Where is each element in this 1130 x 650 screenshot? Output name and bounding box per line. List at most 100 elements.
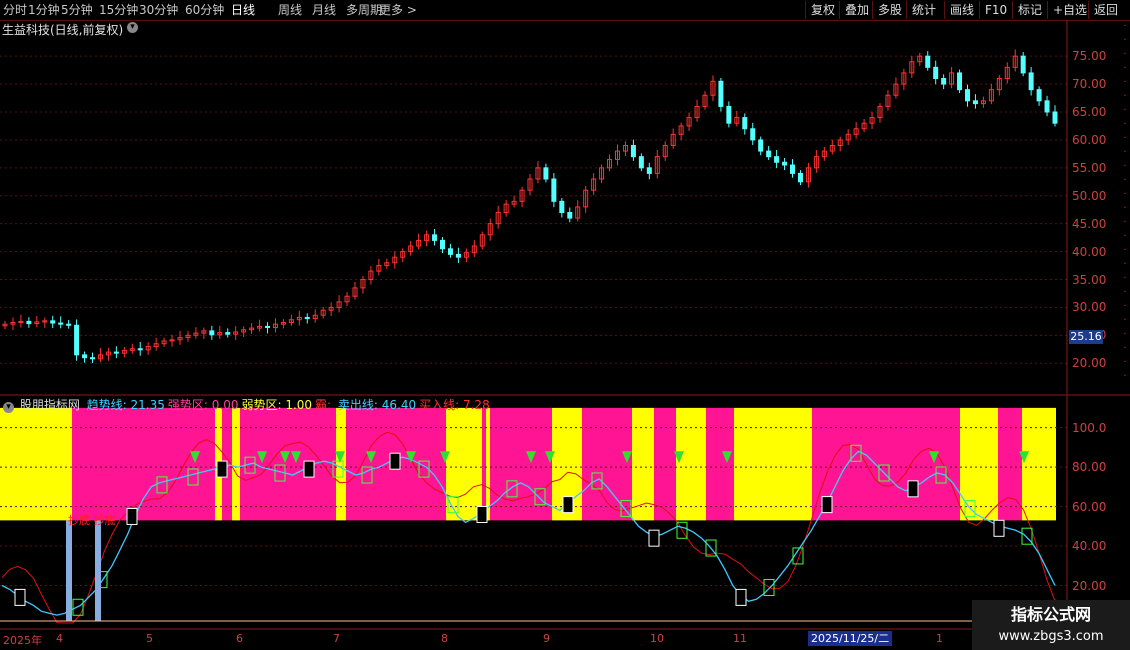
candle-body	[567, 212, 573, 219]
side-strip-mark: ·	[1123, 203, 1127, 214]
side-strip-mark: ·	[1123, 105, 1127, 116]
candle-body	[74, 324, 80, 356]
tab-5[interactable]: 60分钟	[185, 2, 224, 18]
toolbar-button-6[interactable]: 标记	[1012, 1, 1047, 19]
indicator-zone	[812, 407, 960, 521]
side-strip-mark: ·	[1123, 245, 1127, 256]
indicator-param-5: 买入线: 7.28	[419, 398, 490, 412]
signal-box	[735, 588, 747, 606]
candle-body	[925, 55, 931, 68]
date-label: 10	[650, 632, 664, 645]
date-label: 1	[936, 632, 943, 645]
toolbar-button-0[interactable]: 复权	[805, 1, 840, 19]
side-strip-mark: ·	[1123, 217, 1127, 228]
indicator-zone	[72, 407, 215, 521]
side-strip-mark: ·	[1123, 189, 1127, 200]
bottom-annotation: 抄底 抄底	[68, 514, 116, 527]
toolbar-button-8[interactable]: 返回	[1088, 1, 1123, 19]
toolbar-button-3[interactable]: 统计	[906, 1, 941, 19]
side-strip-mark: ·	[1123, 259, 1127, 270]
chart-area	[0, 20, 1130, 630]
indicator-param-4: 卖出线: 46.40	[337, 398, 417, 412]
toolbar-button-4[interactable]: 画线	[944, 1, 979, 19]
date-label: 11	[733, 632, 747, 645]
watermark-url: www.zbgs3.com	[998, 629, 1104, 644]
price-grid	[0, 55, 1067, 364]
indicator-zone	[582, 407, 632, 521]
tab-10[interactable]: 更多 >	[379, 2, 417, 18]
indicator-zone	[232, 407, 240, 521]
candle-body	[543, 167, 549, 180]
candle-body	[447, 248, 453, 255]
candle-body	[630, 145, 636, 158]
side-strip-mark: ·	[1123, 357, 1127, 368]
indicator-zone	[336, 407, 346, 521]
candle-body	[957, 72, 963, 91]
side-strip-mark: ·	[1123, 91, 1127, 102]
side-strip-mark: ·	[1123, 147, 1127, 158]
side-strip-mark: ·	[1123, 315, 1127, 326]
indicator-param-1: 强势区: 0.00	[167, 398, 239, 412]
candle-body	[90, 357, 95, 360]
signal-box	[993, 519, 1005, 537]
side-strip-mark: ·	[1123, 119, 1127, 130]
indicator-title-bar: ▾ 股朋指标网 趋势线: 21.35 强势区: 0.00 弱势区: 1.00 霸: 卖…	[0, 397, 496, 413]
indicator-zone	[0, 407, 72, 521]
date-axis: 2025年 4 5 6 7 8 9 10 11 1	[0, 630, 1130, 650]
signal-box	[648, 529, 660, 547]
candle-body	[774, 156, 780, 163]
candle-body	[965, 89, 970, 102]
candle-body	[455, 253, 461, 258]
date-label: 8	[441, 632, 448, 645]
indicator-zones	[0, 407, 1056, 521]
indicator-zone	[482, 407, 486, 521]
side-strip-mark: ·	[1123, 161, 1127, 172]
tab-0[interactable]: 分时	[3, 2, 27, 18]
toolbar-button-5[interactable]: F10	[979, 1, 1012, 19]
candle-body	[1052, 111, 1058, 124]
date-label: 4	[56, 632, 63, 645]
price-tick-label: 45.00	[1072, 216, 1107, 231]
candle-body	[137, 348, 143, 351]
signal-box	[303, 460, 315, 478]
candle-body	[265, 325, 270, 329]
candle-body	[941, 78, 947, 85]
tab-8[interactable]: 月线	[312, 2, 336, 18]
indicator-tick-label: 40.00	[1072, 539, 1107, 554]
signal-box	[476, 505, 488, 523]
tab-7[interactable]: 周线	[278, 2, 302, 18]
candle-body	[225, 332, 231, 335]
candle-body	[1028, 72, 1034, 91]
tab-3[interactable]: 15分钟	[99, 2, 138, 18]
toolbar-button-7[interactable]: +自选	[1047, 1, 1092, 19]
tab-2[interactable]: 5分钟	[61, 2, 93, 18]
tab-6[interactable]: 日线	[231, 2, 255, 18]
side-strip-mark: ·	[1123, 21, 1127, 32]
tab-9[interactable]: 多周期	[346, 2, 382, 18]
side-strip-mark: ·	[1123, 175, 1127, 186]
side-strip-mark: ·	[1123, 287, 1127, 298]
candle-body	[726, 105, 732, 124]
signal-box	[126, 507, 138, 525]
candle-body	[432, 234, 438, 241]
candle-body	[559, 200, 565, 213]
indicator-zone	[1022, 407, 1056, 521]
indicator-zone	[734, 407, 812, 521]
bottom-bar	[66, 520, 72, 622]
toolbar-button-1[interactable]: 叠加	[839, 1, 874, 19]
indicator-zone	[676, 407, 706, 521]
date-label: 9	[543, 632, 550, 645]
side-strip-mark: ·	[1123, 273, 1127, 284]
last-price-tag: 25.16	[1069, 330, 1103, 344]
tab-1[interactable]: 1分钟	[28, 2, 60, 18]
side-strip-mark: ·	[1123, 301, 1127, 312]
candle-body	[551, 178, 557, 202]
candle-body	[638, 156, 644, 169]
indicator-zone	[486, 407, 490, 521]
watermark: 指标公式网 www.zbgs3.com	[972, 600, 1130, 650]
candle-body	[797, 172, 803, 183]
tab-4[interactable]: 30分钟	[139, 2, 178, 18]
toolbar-button-2[interactable]: 多股	[872, 1, 907, 19]
chevron-down-icon[interactable]: ▾	[3, 402, 14, 413]
side-strip-mark: ·	[1123, 49, 1127, 60]
